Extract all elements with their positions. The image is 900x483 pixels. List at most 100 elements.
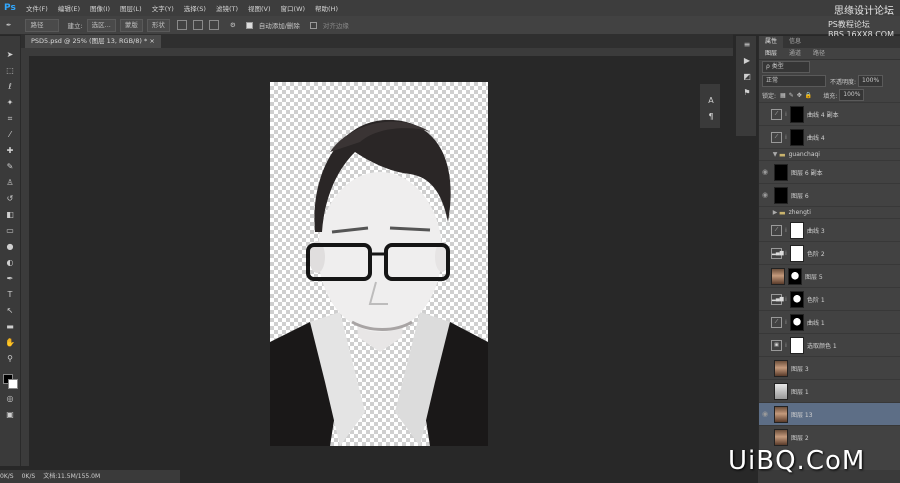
path-mode-select[interactable]: 路径 (25, 18, 60, 32)
close-icon[interactable]: × (149, 37, 154, 45)
character-panel-icon[interactable]: A (705, 96, 717, 106)
path-select-tool-icon[interactable]: ↖ (4, 306, 16, 316)
layer-filter-select[interactable]: ρ 类型 (762, 61, 810, 73)
zoom-tool-icon[interactable]: ⚲ (4, 354, 16, 364)
layer-row[interactable]: ⟋ ⁞ 曲线 4 (759, 125, 900, 148)
history-brush-icon[interactable]: ↺ (4, 194, 16, 204)
layer-name: 曲线 1 (807, 319, 825, 327)
document-canvas[interactable] (270, 82, 488, 446)
adjustments-icon[interactable]: ◩ (741, 72, 753, 82)
menu-bar: Ps 文件(F) 编辑(E) 图像(I) 图层(L) 文字(Y) 选择(S) 滤… (0, 0, 900, 17)
screen-mode-icon[interactable]: ▣ (4, 410, 16, 420)
type-tool-icon[interactable]: T (4, 290, 16, 300)
layer-row[interactable]: ◉ 图层 6 (759, 183, 900, 206)
eraser-tool-icon[interactable]: ◧ (4, 210, 16, 220)
layer-name: zhengti (788, 209, 811, 216)
crop-tool-icon[interactable]: ⌗ (4, 114, 16, 124)
layer-row[interactable]: ▂▄▆ ⁞ 色阶 2 (759, 241, 900, 264)
menu-window[interactable]: 窗口(W) (281, 3, 306, 13)
make-selection-button[interactable]: 选区... (86, 18, 116, 32)
play-actions-icon[interactable]: ▶ (741, 56, 753, 66)
path-alignment-icon[interactable] (192, 20, 203, 30)
paragraph-panel-icon[interactable]: ¶ (705, 112, 717, 122)
menu-select[interactable]: 选择(S) (184, 3, 206, 13)
visibility-eye-icon[interactable]: ◉ (759, 168, 771, 176)
eyedropper-tool-icon[interactable]: ⁄ (4, 130, 16, 140)
healing-brush-icon[interactable]: ✚ (4, 146, 16, 156)
network-status-2: 0K/S (21, 473, 36, 480)
tab-info[interactable]: 信息 (783, 36, 807, 48)
stamp-tool-icon[interactable]: ♙ (4, 178, 16, 188)
layer-row[interactable]: ▼ ▬ guanchaqi (759, 148, 900, 160)
menu-filter[interactable]: 滤镜(T) (216, 3, 238, 13)
layer-name: 图层 5 (805, 273, 823, 281)
hand-tool-icon[interactable]: ✋ (4, 338, 16, 348)
layer-row[interactable]: ⟋ ⁞ 曲线 1 (759, 310, 900, 333)
layer-thumbnail (774, 405, 788, 423)
tab-properties[interactable]: 属性 (759, 36, 784, 48)
gear-icon[interactable]: ⚙ (230, 21, 236, 29)
layer-row[interactable]: ◉ 图层 6 副本 (759, 160, 900, 183)
opacity-input[interactable]: 100% (858, 75, 884, 87)
group-expand-chevron-icon[interactable]: ▼ (771, 151, 779, 158)
adjustment-layer-icon: ⟋ (771, 131, 782, 143)
layer-row[interactable]: 图层 1 (759, 379, 900, 402)
document-tab[interactable]: PSD5.psd @ 25% (图层 13, RGB/8) * × (25, 35, 161, 48)
move-tool-icon[interactable]: ➤ (4, 50, 16, 60)
marquee-tool-icon[interactable]: ⬚ (4, 66, 16, 76)
layer-row[interactable]: 图层 5 (759, 264, 900, 287)
menu-help[interactable]: 帮助(H) (315, 3, 338, 13)
make-label: 建立: (67, 22, 83, 30)
menu-type[interactable]: 文字(Y) (152, 3, 174, 13)
auto-add-delete-checkbox[interactable] (245, 21, 253, 29)
layer-row[interactable]: ⟋ ⁞ 曲线 3 (759, 218, 900, 241)
styles-icon[interactable]: ⚑ (741, 88, 753, 98)
align-edges-checkbox[interactable] (309, 21, 317, 29)
make-mask-button[interactable]: 蒙版 (119, 18, 143, 32)
dodge-tool-icon[interactable]: ◐ (4, 258, 16, 268)
visibility-eye-icon[interactable]: ◉ (759, 191, 771, 199)
tab-channels[interactable]: 通道 (783, 48, 807, 59)
character-panel-strip: A ¶ (700, 84, 720, 128)
layer-row[interactable]: 图层 3 (759, 356, 900, 379)
visibility-eye-icon[interactable]: ◉ (759, 410, 771, 418)
group-expand-chevron-icon[interactable]: ▶ (771, 209, 779, 216)
history-panel-icon[interactable]: ≡ (741, 40, 753, 50)
quick-select-tool-icon[interactable]: ✦ (4, 98, 16, 108)
menu-file[interactable]: 文件(F) (26, 3, 48, 13)
fill-label: 填充: (823, 92, 838, 100)
network-status-1: 0K/S (0, 473, 14, 480)
background-color-swatch[interactable] (8, 379, 18, 389)
path-operations-icon[interactable] (176, 20, 187, 30)
layer-row[interactable]: ▂▄▆ ⁞ 色阶 1 (759, 287, 900, 310)
site-url-top: PS教程论坛 (827, 20, 870, 29)
blur-tool-icon[interactable]: ● (4, 242, 16, 252)
blend-mode-select[interactable]: 正常 (762, 75, 826, 87)
tab-paths[interactable]: 路径 (807, 48, 831, 59)
lock-icons[interactable]: ▦✎✥🔒 (780, 92, 815, 99)
layer-row[interactable]: ▣ ⁞ 选取颜色 1 (759, 333, 900, 356)
tab-layers[interactable]: 图层 (759, 48, 784, 59)
gradient-tool-icon[interactable]: ▭ (4, 226, 16, 236)
menu-edit[interactable]: 编辑(E) (58, 3, 80, 13)
layer-row[interactable]: ◉ 图层 13 (759, 402, 900, 425)
document-tab-bar: PSD5.psd @ 25% (图层 13, RGB/8) * × (21, 34, 733, 48)
menu-image[interactable]: 图像(I) (90, 3, 110, 13)
pen-tool-icon[interactable]: ✒ (4, 274, 16, 284)
layer-row[interactable]: 图层 2 (759, 425, 900, 448)
shape-tool-icon[interactable]: ▬ (4, 322, 16, 332)
menu-layer[interactable]: 图层(L) (120, 3, 142, 13)
layer-thumbnail (790, 221, 804, 239)
path-arrangement-icon[interactable] (208, 20, 219, 30)
fill-input[interactable]: 100% (839, 89, 865, 101)
layer-thumbnail (788, 267, 802, 285)
lock-label: 锁定: (762, 92, 777, 100)
menu-view[interactable]: 视图(V) (248, 3, 271, 13)
brush-tool-icon[interactable]: ✎ (4, 162, 16, 172)
make-shape-button[interactable]: 形状 (146, 18, 170, 32)
layer-row[interactable]: ⟋ ⁞ 曲线 4 副本 (759, 102, 900, 125)
quick-mask-icon[interactable]: ◎ (4, 394, 16, 404)
lasso-tool-icon[interactable]: ℓ (4, 82, 16, 92)
pen-tool-icon[interactable]: ✒ (6, 21, 11, 29)
layer-row[interactable]: ▶ ▬ zhengti (759, 206, 900, 218)
